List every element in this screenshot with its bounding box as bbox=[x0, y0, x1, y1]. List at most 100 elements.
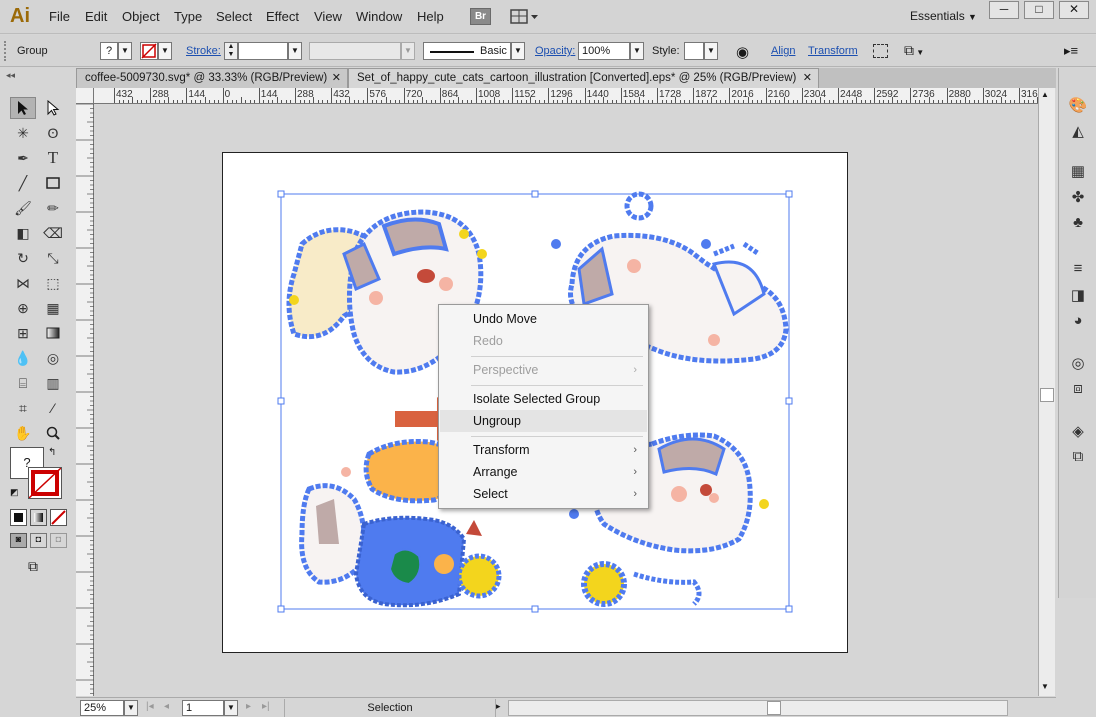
draw-inside-icon[interactable]: ◘ bbox=[50, 533, 67, 548]
default-fill-stroke-icon[interactable]: ◩ bbox=[10, 487, 19, 498]
close-button[interactable]: ✕ bbox=[1059, 1, 1089, 19]
fill-dropdown[interactable]: ▼ bbox=[118, 42, 132, 60]
scale-tool-icon[interactable]: ⤡ bbox=[40, 247, 66, 269]
workspace-switcher[interactable]: Essentials ▼ bbox=[910, 9, 977, 23]
brush-definition[interactable]: Basic bbox=[423, 42, 511, 60]
artboard-dropdown[interactable]: ▼ bbox=[224, 700, 238, 716]
stroke-swatch[interactable] bbox=[140, 42, 158, 60]
variable-width-dropdown[interactable]: ▼ bbox=[401, 42, 415, 60]
menu-item-select[interactable]: Select › bbox=[440, 483, 647, 505]
gradient-mode-button[interactable] bbox=[30, 509, 47, 526]
opacity-dropdown[interactable]: ▼ bbox=[630, 42, 644, 60]
draw-normal-icon[interactable]: ◙ bbox=[10, 533, 27, 548]
horizontal-scrollbar[interactable] bbox=[508, 700, 1008, 716]
maximize-button[interactable]: □ bbox=[1024, 1, 1054, 19]
none-mode-button[interactable] bbox=[50, 509, 67, 526]
transparency-panel-icon[interactable]: ◕ bbox=[1067, 312, 1089, 332]
line-tool-icon[interactable]: ╱ bbox=[10, 172, 36, 194]
swatches-panel-icon[interactable]: ▦ bbox=[1067, 162, 1089, 182]
menu-item-undo-move[interactable]: Undo Move bbox=[440, 308, 647, 330]
graphic-style-swatch[interactable] bbox=[684, 42, 704, 60]
gradient-tool-icon[interactable] bbox=[40, 322, 66, 344]
menu-effect[interactable]: Effect bbox=[266, 9, 299, 24]
menu-edit[interactable]: Edit bbox=[85, 9, 107, 24]
blend-tool-icon[interactable]: ◎ bbox=[40, 347, 66, 369]
column-graph-tool-icon[interactable]: ▥ bbox=[40, 372, 66, 394]
blob-brush-tool-icon[interactable]: ◧ bbox=[10, 222, 36, 244]
minimize-button[interactable]: ─ bbox=[989, 1, 1019, 19]
selection-tool-icon[interactable] bbox=[10, 97, 36, 119]
symbols-panel-icon[interactable]: ♣ bbox=[1067, 214, 1089, 234]
menu-window[interactable]: Window bbox=[356, 9, 402, 24]
fill-swatch[interactable]: ? bbox=[100, 42, 118, 60]
zoom-dropdown[interactable]: ▼ bbox=[124, 700, 138, 716]
menu-item-arrange[interactable]: Arrange › bbox=[440, 461, 647, 483]
stroke-weight-field[interactable] bbox=[238, 42, 288, 60]
stroke-color-dropdown[interactable]: ▼ bbox=[158, 42, 172, 60]
width-tool-icon[interactable]: ⋈ bbox=[10, 272, 36, 294]
rectangle-tool-icon[interactable] bbox=[40, 172, 66, 194]
artboard-number-field[interactable]: 1 bbox=[182, 700, 224, 716]
scroll-down-icon[interactable]: ▼ bbox=[1041, 682, 1049, 691]
direct-selection-tool-icon[interactable] bbox=[40, 97, 66, 119]
menu-type[interactable]: Type bbox=[174, 9, 202, 24]
scrollbar-thumb[interactable] bbox=[1040, 388, 1054, 402]
recolor-artwork-icon[interactable]: ◉ bbox=[736, 43, 749, 61]
eyedropper-tool-icon[interactable]: 💧 bbox=[10, 347, 36, 369]
stroke-panel-link[interactable]: Stroke: bbox=[186, 45, 221, 57]
appearance-panel-icon[interactable]: ◎ bbox=[1067, 354, 1089, 374]
transform-options-icon[interactable]: ⧉ ▼ bbox=[904, 42, 924, 59]
panel-menu-icon[interactable]: ▸≡ bbox=[1064, 43, 1078, 59]
gradient-panel-icon[interactable]: ◨ bbox=[1067, 286, 1089, 306]
scroll-up-icon[interactable]: ▲ bbox=[1041, 90, 1049, 99]
menu-select[interactable]: Select bbox=[216, 9, 252, 24]
align-panel-link[interactable]: Align bbox=[771, 45, 795, 57]
close-tab-icon[interactable]: ✕ bbox=[332, 71, 341, 84]
artboard-tool-icon[interactable]: ⌗ bbox=[10, 397, 36, 419]
graphic-styles-panel-icon[interactable]: ⧈ bbox=[1067, 380, 1089, 400]
menu-file[interactable]: File bbox=[49, 9, 70, 24]
transform-panel-link[interactable]: Transform bbox=[808, 45, 858, 57]
menu-help[interactable]: Help bbox=[417, 9, 444, 24]
brush-dropdown[interactable]: ▼ bbox=[511, 42, 525, 60]
lasso-tool-icon[interactable]: ʘ bbox=[40, 122, 66, 144]
stroke-weight-dropdown[interactable]: ▼ bbox=[288, 42, 302, 60]
perspective-grid-tool-icon[interactable]: ▦ bbox=[40, 297, 66, 319]
pencil-tool-icon[interactable]: ✏ bbox=[40, 197, 66, 219]
mesh-tool-icon[interactable]: ⊞ bbox=[10, 322, 36, 344]
stroke-indicator[interactable] bbox=[28, 467, 62, 499]
style-dropdown[interactable]: ▼ bbox=[704, 42, 718, 60]
tab-coffee-document[interactable]: coffee-5009730.svg* @ 33.33% (RGB/Previe… bbox=[76, 68, 348, 88]
previous-artboard-icon[interactable]: ◂ bbox=[164, 701, 169, 712]
brushes-panel-icon[interactable]: ✤ bbox=[1067, 188, 1089, 208]
swap-fill-stroke-icon[interactable]: ↰ bbox=[48, 447, 56, 458]
layers-panel-icon[interactable]: ◈ bbox=[1067, 422, 1089, 442]
zoom-field[interactable]: 25% bbox=[80, 700, 124, 716]
horizontal-ruler[interactable]: 432 288 144 0 144 288 432 576 720 864 1008 1152 1296… bbox=[94, 88, 1038, 104]
screen-mode-icon[interactable]: ⧉ bbox=[28, 558, 38, 575]
artboards-panel-icon[interactable]: ⧉ bbox=[1067, 448, 1089, 468]
last-artboard-icon[interactable]: ▸| bbox=[262, 701, 270, 712]
next-artboard-icon[interactable]: ▸ bbox=[246, 701, 251, 712]
slice-tool-icon[interactable]: ⁄ bbox=[40, 397, 66, 419]
color-guide-icon[interactable]: ◭ bbox=[1067, 122, 1089, 142]
zoom-tool-icon[interactable] bbox=[40, 422, 66, 444]
symbol-sprayer-tool-icon[interactable]: ⌸ bbox=[10, 372, 36, 394]
vertical-ruler[interactable] bbox=[76, 88, 94, 696]
variable-width-profile[interactable] bbox=[309, 42, 401, 60]
color-panel-icon[interactable]: 🎨 bbox=[1067, 96, 1089, 116]
menu-item-isolate-selected-group[interactable]: Isolate Selected Group bbox=[440, 388, 647, 410]
toolbox-collapse-icon[interactable]: ◂◂ bbox=[6, 70, 15, 81]
menu-view[interactable]: View bbox=[314, 9, 342, 24]
opacity-field[interactable]: 100% bbox=[578, 42, 630, 60]
draw-behind-icon[interactable]: ◘ bbox=[30, 533, 47, 548]
type-tool-icon[interactable]: T bbox=[40, 147, 66, 169]
stroke-panel-icon[interactable]: ≡ bbox=[1067, 260, 1089, 280]
pen-tool-icon[interactable]: ✒ bbox=[10, 147, 36, 169]
rotate-tool-icon[interactable]: ↻ bbox=[10, 247, 36, 269]
arrange-documents-button[interactable] bbox=[510, 8, 540, 25]
opacity-panel-link[interactable]: Opacity: bbox=[535, 45, 575, 57]
hand-tool-icon[interactable]: ✋ bbox=[10, 422, 36, 444]
close-tab-icon[interactable]: ✕ bbox=[803, 71, 812, 84]
menu-object[interactable]: Object bbox=[122, 9, 160, 24]
